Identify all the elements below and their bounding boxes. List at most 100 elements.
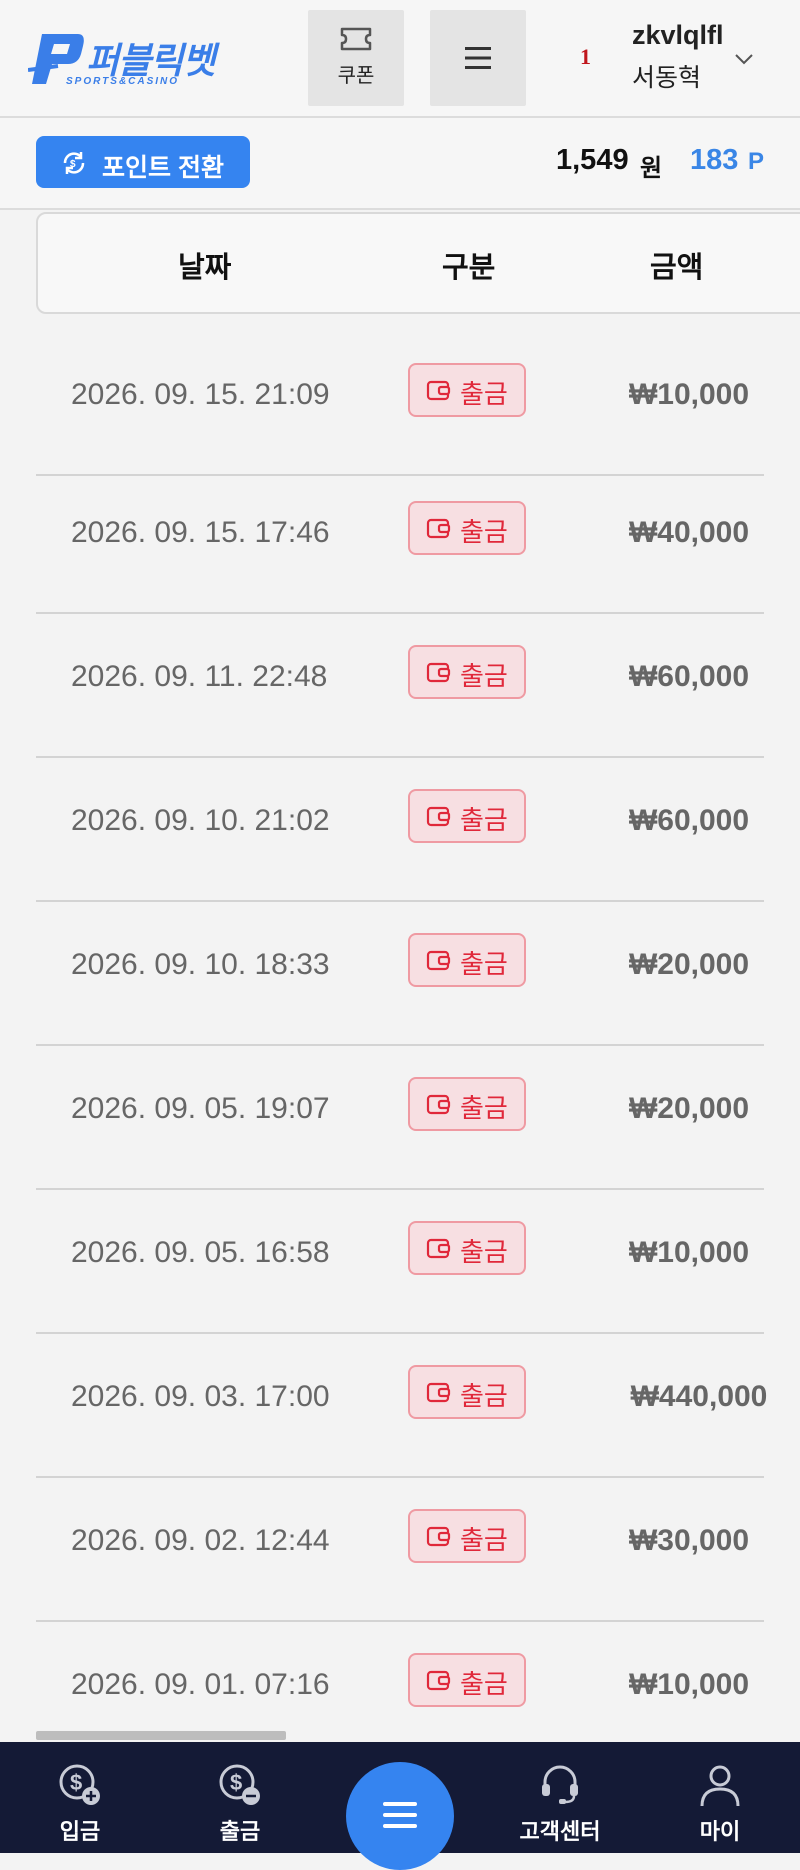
exchange-icon: $: [63, 152, 85, 174]
points-balance-unit: P: [748, 148, 765, 175]
top-header: 퍼블릭벳 SPORTS&CASINO 쿠폰 1 zkvlqlfl 서동혁: [0, 0, 800, 118]
wallet-icon: [426, 1094, 451, 1115]
deposit-icon: $: [59, 1764, 100, 1805]
withdraw-badge: 출금: [408, 645, 526, 699]
nav-withdraw-label: 출금: [219, 1819, 261, 1844]
row-date: 2026. 09. 11. 22:48: [71, 660, 328, 693]
menu-button[interactable]: [430, 10, 526, 106]
user-level-badge: 1: [580, 44, 591, 69]
row-date: 2026. 09. 15. 17:46: [71, 516, 330, 549]
hamburger-icon: [383, 1802, 417, 1828]
badge-label: 출금: [460, 1093, 508, 1123]
row-date: 2026. 09. 05. 16:58: [71, 1236, 330, 1269]
row-amount: ₩20,000: [628, 1092, 750, 1125]
table-row: 2026. 09. 05. 16:58 출금 ₩10,000: [36, 1188, 764, 1334]
table-row: 2026. 09. 15. 21:09 출금 ₩10,000: [36, 330, 764, 476]
bottom-nav: $ 입금 $ 출금 고객센터 마이: [0, 1742, 800, 1870]
chevron-down-icon[interactable]: [734, 52, 754, 66]
table-row: 2026. 09. 11. 22:48 출금 ₩60,000: [36, 612, 764, 758]
badge-label: 출금: [460, 517, 508, 547]
wallet-icon: [426, 662, 451, 683]
user-realname[interactable]: 서동혁: [632, 58, 701, 94]
column-header-amount: 금액: [650, 252, 704, 284]
badge-label: 출금: [460, 1669, 508, 1699]
badge-label: 출금: [460, 1525, 508, 1555]
withdraw-badge: 출금: [408, 789, 526, 843]
table-row: 2026. 09. 10. 18:33 출금 ₩20,000: [36, 900, 764, 1046]
row-amount: ₩10,000: [628, 378, 750, 411]
points-balance: 183: [690, 144, 739, 176]
row-date: 2026. 09. 03. 17:00: [71, 1380, 330, 1413]
wallet-icon: [426, 1670, 451, 1691]
logo-subtext: SPORTS&CASINO: [66, 76, 180, 87]
row-amount: ₩10,000: [628, 1668, 750, 1701]
column-header-date: 날짜: [178, 252, 232, 284]
brand-logo[interactable]: 퍼블릭벳 SPORTS&CASINO: [28, 26, 238, 92]
nav-support[interactable]: 고객센터: [500, 1762, 620, 1846]
row-amount: ₩60,000: [628, 804, 750, 837]
row-amount: ₩60,000: [628, 660, 750, 693]
coupon-button[interactable]: 쿠폰: [308, 10, 404, 106]
withdraw-badge: 출금: [408, 363, 526, 417]
row-date: 2026. 09. 05. 19:07: [71, 1092, 330, 1125]
badge-label: 출금: [460, 1381, 508, 1411]
row-date: 2026. 09. 10. 21:02: [71, 804, 330, 837]
username[interactable]: zkvlqlfl: [632, 20, 724, 51]
withdraw-badge: 출금: [408, 1365, 526, 1419]
wallet-icon: [426, 950, 451, 971]
row-amount: ₩40,000: [628, 516, 750, 549]
row-amount: ₩440,000: [630, 1380, 768, 1413]
table-row: 2026. 09. 02. 12:44 출금 ₩30,000: [36, 1476, 764, 1622]
point-convert-button[interactable]: $ 포인트 전환: [36, 136, 250, 188]
withdraw-icon: $: [219, 1764, 260, 1805]
row-amount: ₩30,000: [628, 1524, 750, 1557]
badge-label: 출금: [460, 949, 508, 979]
hamburger-icon: [465, 47, 491, 69]
withdraw-badge: 출금: [408, 1509, 526, 1563]
nav-menu-button[interactable]: [346, 1762, 454, 1870]
coupon-label: 쿠폰: [337, 65, 375, 87]
badge-label: 출금: [460, 379, 508, 409]
withdraw-badge: 출금: [408, 1221, 526, 1275]
headset-icon: [542, 1765, 578, 1804]
row-date: 2026. 09. 02. 12:44: [71, 1524, 330, 1557]
nav-my[interactable]: 마이: [660, 1762, 780, 1846]
nav-withdraw[interactable]: $ 출금: [180, 1762, 300, 1846]
table-row: 2026. 09. 05. 19:07 출금 ₩20,000: [36, 1044, 764, 1190]
withdraw-badge: 출금: [408, 1077, 526, 1131]
nav-deposit-label: 입금: [59, 1819, 101, 1844]
row-date: 2026. 09. 15. 21:09: [71, 378, 330, 411]
table-row: 2026. 09. 03. 17:00 출금 ₩440,000: [36, 1332, 767, 1478]
withdraw-badge: 출금: [408, 501, 526, 555]
ticket-icon: [340, 27, 372, 51]
svg-text:$: $: [70, 159, 76, 170]
withdraw-badge: 출금: [408, 933, 526, 987]
nav-my-label: 마이: [699, 1819, 741, 1844]
svg-text:$: $: [230, 1770, 242, 1795]
table-header: 날짜 구분 금액: [36, 212, 800, 314]
wallet-icon: [426, 380, 451, 401]
horizontal-scrollbar[interactable]: [36, 1731, 286, 1740]
withdraw-badge: 출금: [408, 1653, 526, 1707]
row-amount: ₩10,000: [628, 1236, 750, 1269]
table-row: 2026. 09. 15. 17:46 출금 ₩40,000: [36, 468, 764, 614]
row-date: 2026. 09. 10. 18:33: [71, 948, 330, 981]
user-icon: [700, 1765, 740, 1807]
table-row: 2026. 09. 10. 21:02 출금 ₩60,000: [36, 756, 764, 902]
wallet-icon: [426, 518, 451, 539]
wallet-icon: [426, 806, 451, 827]
badge-label: 출금: [460, 661, 508, 691]
nav-deposit[interactable]: $ 입금: [20, 1762, 140, 1846]
badge-label: 출금: [460, 805, 508, 835]
nav-support-label: 고객센터: [519, 1819, 601, 1844]
svg-text:$: $: [70, 1770, 82, 1795]
points-bar: $ 포인트 전환 1,549 원 183 P: [0, 118, 800, 210]
column-header-type: 구분: [442, 252, 496, 284]
badge-label: 출금: [460, 1237, 508, 1267]
wallet-icon: [426, 1382, 451, 1403]
row-amount: ₩20,000: [628, 948, 750, 981]
cash-balance: 1,549: [556, 144, 629, 176]
wallet-icon: [426, 1526, 451, 1547]
wallet-icon: [426, 1238, 451, 1259]
point-convert-label: 포인트 전환: [102, 154, 224, 182]
